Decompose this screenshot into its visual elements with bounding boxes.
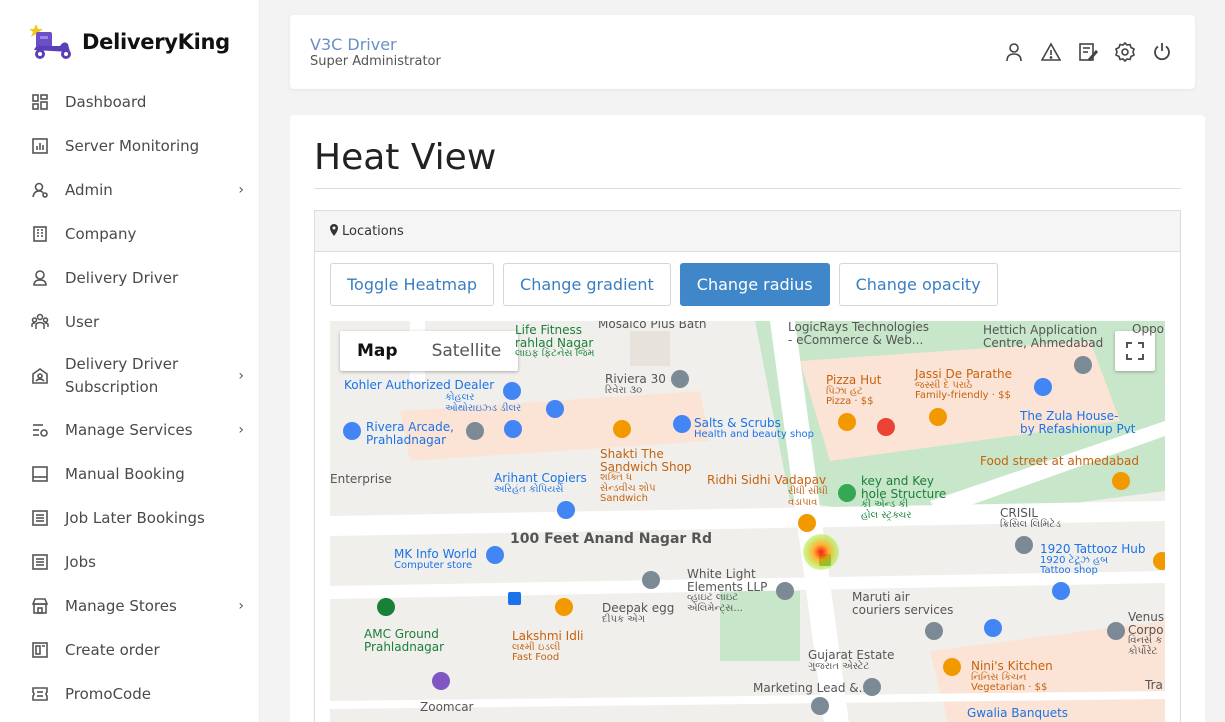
heatmap-point [803, 534, 839, 570]
booking-icon [31, 465, 49, 483]
promo-icon [31, 685, 49, 703]
settings-icon[interactable] [1114, 41, 1136, 63]
profile-icon[interactable] [1003, 41, 1025, 63]
alert-icon[interactable] [1040, 41, 1062, 63]
edit-icon[interactable] [1077, 41, 1099, 63]
sidebar-item-label: Job Later Bookings [65, 508, 205, 527]
divider [314, 188, 1181, 189]
sidebar-item-company[interactable]: Company [0, 212, 260, 256]
page-title: Heat View [314, 137, 497, 178]
jobs-icon [31, 553, 49, 571]
change-opacity-button[interactable]: Change opacity [838, 263, 998, 306]
sidebar-item-label: Dashboard [65, 92, 147, 111]
sidebar-item-label: Jobs [65, 552, 96, 571]
map-pin-icon [330, 223, 338, 239]
heat-map[interactable]: Map Satellite Life Fitness rahlad Nagar લા… [330, 321, 1165, 722]
change-radius-button[interactable]: Change radius [679, 263, 830, 306]
sidebar-item-admin[interactable]: Admin › [0, 168, 260, 212]
heatmap-controls: Toggle Heatmap Change gradient Change ra… [330, 263, 998, 306]
topbar: V3C Driver Super Administrator [290, 15, 1195, 89]
toggle-heatmap-button[interactable]: Toggle Heatmap [330, 263, 495, 306]
sidebar-item-label: Delivery Driver Subscription [65, 355, 179, 396]
sidebar-item-label: Admin [65, 180, 113, 199]
sidebar-item-label: Create order [65, 640, 160, 659]
gray-marker-icon [466, 356, 1125, 715]
map-markers [343, 356, 1165, 715]
sidebar-nav: Dashboard Server Monitoring Admin › Comp… [0, 80, 260, 716]
subscription-icon [31, 367, 49, 385]
red-marker-icon [877, 418, 895, 436]
sidebar-item-label: PromoCode [65, 684, 151, 703]
sidebar-item-label: Server Monitoring [65, 136, 200, 155]
sidebar-item-manage-services[interactable]: Manage Services › [0, 408, 260, 452]
sidebar-item-jobs[interactable]: Jobs [0, 540, 260, 584]
sidebar-item-promocode[interactable]: PromoCode [0, 672, 260, 716]
power-icon[interactable] [1151, 41, 1173, 63]
dashboard-icon [31, 93, 49, 111]
order-icon [31, 641, 49, 659]
chevron-right-icon: › [238, 422, 244, 438]
sidebar-item-delivery-driver-subscription[interactable]: Delivery Driver Subscription › [0, 344, 260, 408]
sidebar-item-manual-booking[interactable]: Manual Booking [0, 452, 260, 496]
sidebar: DeliveryKing Dashboard Server Monitoring… [0, 0, 260, 722]
services-icon [31, 421, 49, 439]
sidebar-item-label: Manage Stores [65, 596, 177, 615]
orange-marker-icon [555, 408, 1165, 676]
chart-icon [31, 137, 49, 155]
sidebar-item-label: Manage Services [65, 420, 193, 439]
locations-panel: Locations Toggle Heatmap Change gradient… [314, 210, 1181, 722]
main-card: Heat View Locations Toggle Heatmap Chang… [290, 115, 1205, 722]
chevron-right-icon: › [238, 182, 244, 198]
driver-icon [31, 269, 49, 287]
panel-title: Locations [342, 223, 404, 239]
sidebar-item-delivery-driver[interactable]: Delivery Driver [0, 256, 260, 300]
sidebar-item-label: Delivery Driver [65, 268, 179, 287]
sidebar-item-label: Company [65, 224, 137, 243]
sidebar-item-manage-stores[interactable]: Manage Stores › [0, 584, 260, 628]
list-icon [31, 509, 49, 527]
topbar-actions [1003, 41, 1173, 63]
users-icon [31, 313, 49, 331]
change-gradient-button[interactable]: Change gradient [503, 263, 671, 306]
brand[interactable]: DeliveryKing [29, 22, 230, 62]
building-icon [31, 225, 49, 243]
sidebar-item-create-order[interactable]: Create order [0, 628, 260, 672]
blue-marker-icon [343, 378, 1070, 690]
brand-name: DeliveryKing [82, 30, 230, 54]
panel-header: Locations [315, 211, 1180, 252]
sidebar-item-server-monitoring[interactable]: Server Monitoring [0, 124, 260, 168]
user-role: Super Administrator [310, 54, 441, 69]
brand-logo-icon [29, 22, 74, 62]
admin-user-icon [31, 181, 49, 199]
chevron-right-icon: › [238, 598, 244, 614]
sidebar-item-user[interactable]: User [0, 300, 260, 344]
user-name[interactable]: V3C Driver [310, 35, 397, 54]
chevron-right-icon: › [238, 368, 244, 384]
sidebar-item-label: User [65, 312, 100, 331]
sidebar-item-job-later-bookings[interactable]: Job Later Bookings [0, 496, 260, 540]
sidebar-item-dashboard[interactable]: Dashboard [0, 80, 260, 124]
store-icon [31, 597, 49, 615]
sidebar-item-label: Manual Booking [65, 464, 185, 483]
bus-stop-icon [508, 592, 521, 605]
